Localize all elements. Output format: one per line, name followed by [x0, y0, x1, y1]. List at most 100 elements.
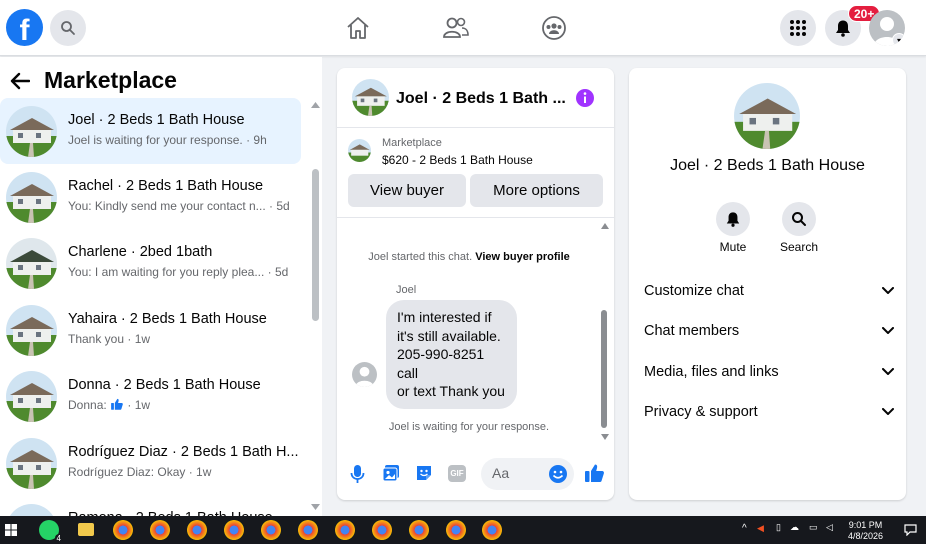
cloud-icon[interactable]: ☁	[790, 522, 799, 533]
chrome-taskbar-icon[interactable]	[224, 520, 244, 540]
message-bubble[interactable]: I'm interested if it's still available. …	[386, 300, 517, 409]
top-navigation-bar: f 20+ ▾	[0, 0, 926, 56]
search-in-chat-button[interactable]	[782, 202, 816, 236]
message-line: 205-990-8251 call	[397, 346, 485, 381]
conversation-thumbnail	[6, 504, 57, 516]
facebook-logo[interactable]: f	[6, 9, 43, 46]
tray-app-icon[interactable]: ◀	[757, 523, 764, 534]
conversation-item[interactable]: Yahaira · 2 Beds 1 Bath House Thank you ·…	[0, 297, 301, 363]
battery-icon[interactable]: ▯	[776, 522, 781, 533]
groups-icon	[542, 16, 566, 40]
conversation-item[interactable]: Donna · 2 Beds 1 Bath House Donna: · 1w	[0, 363, 301, 429]
windows-start-icon[interactable]	[5, 524, 17, 536]
details-section-label: Customize chat	[644, 283, 744, 299]
photo-icon[interactable]	[382, 464, 400, 482]
message-line: or text Thank you	[397, 383, 505, 399]
details-section-row[interactable]: Chat members	[644, 316, 894, 346]
conversation-item[interactable]: Rachel · 2 Beds 1 Bath House You: Kindly …	[0, 164, 301, 230]
details-section-row[interactable]: Media, files and links	[644, 357, 894, 387]
like-icon	[111, 398, 123, 410]
info-icon[interactable]	[575, 88, 595, 108]
account-avatar[interactable]: ▾	[869, 10, 905, 46]
chrome-taskbar-icon[interactable]	[298, 520, 318, 540]
listing-photo[interactable]	[734, 83, 800, 149]
view-buyer-profile-link[interactable]: View buyer profile	[475, 251, 570, 263]
file-explorer-taskbar-icon[interactable]	[78, 523, 94, 536]
chat-scroll-up-icon[interactable]	[601, 223, 609, 229]
whatsapp-taskbar-icon[interactable]: 4	[39, 520, 63, 543]
details-section-row[interactable]: Privacy & support	[644, 397, 894, 427]
listing-source-label: Marketplace	[382, 137, 442, 149]
groups-tab[interactable]	[540, 14, 568, 42]
chevron-down-icon	[882, 287, 894, 294]
view-buyer-button[interactable]: View buyer	[348, 174, 466, 207]
details-section-label: Privacy & support	[644, 404, 758, 420]
menu-grid-icon	[790, 20, 806, 36]
conversation-name: Yahaira · 2 Beds 1 Bath House	[68, 311, 267, 327]
listing-price-title[interactable]: $620 - 2 Beds 1 Bath House	[382, 153, 533, 167]
conversation-name: Donna · 2 Beds 1 Bath House	[68, 377, 261, 393]
conversation-item[interactable]: Rodríguez Diaz · 2 Beds 1 Bath H... Rodrí…	[0, 430, 301, 496]
chrome-taskbar-icon[interactable]	[446, 520, 466, 540]
chrome-taskbar-icon[interactable]	[409, 520, 429, 540]
emoji-icon[interactable]	[548, 464, 568, 484]
chrome-taskbar-icon[interactable]	[372, 520, 392, 540]
chrome-taskbar-icon[interactable]	[482, 520, 502, 540]
chat-scroll-down-icon[interactable]	[601, 434, 609, 440]
details-section-label: Chat members	[644, 323, 740, 339]
details-title: Joel · 2 Beds 1 Bath House	[670, 157, 865, 174]
like-icon[interactable]	[584, 463, 605, 484]
chat-details-panel: Joel · 2 Beds 1 Bath House Mute Search C…	[629, 68, 906, 500]
conversation-snippet: Joel is waiting for your response. · 9h	[68, 133, 267, 147]
friends-icon	[443, 17, 469, 38]
tray-chevron-up-icon[interactable]: ^	[742, 523, 747, 534]
chrome-taskbar-icon[interactable]	[187, 520, 207, 540]
volume-icon[interactable]: ◁	[826, 522, 833, 533]
conversation-thumbnail	[6, 371, 57, 422]
chevron-down-icon: ▾	[892, 33, 905, 46]
chat-scrollbar[interactable]	[601, 310, 607, 428]
home-tab[interactable]	[344, 14, 372, 42]
sender-avatar[interactable]	[352, 362, 377, 387]
conversation-item[interactable]: Charlene · 2bed 1bath You: I am waiting f…	[0, 230, 301, 296]
gif-icon[interactable]: GIF	[448, 465, 466, 482]
mute-button[interactable]	[716, 202, 750, 236]
search-button[interactable]	[50, 10, 86, 46]
scroll-down-arrow-icon[interactable]	[311, 504, 320, 510]
bell-icon	[726, 212, 740, 227]
mute-label: Mute	[719, 240, 747, 254]
search-label: Search	[779, 240, 819, 254]
chrome-taskbar-icon[interactable]	[335, 520, 355, 540]
waiting-notice: Joel is waiting for your response.	[388, 421, 550, 433]
chrome-taskbar-icon[interactable]	[113, 520, 133, 540]
sticker-icon[interactable]	[415, 464, 433, 482]
chat-title[interactable]: Joel · 2 Beds 1 Bath ...	[396, 90, 566, 108]
chrome-taskbar-icon[interactable]	[150, 520, 170, 540]
listing-card: Marketplace $620 - 2 Beds 1 Bath House V…	[337, 128, 614, 218]
message-line: it's still available.	[397, 327, 501, 344]
details-section-row[interactable]: Customize chat	[644, 276, 894, 306]
home-icon	[347, 17, 369, 39]
snippet-suffix: · 1w	[127, 398, 151, 412]
conversation-scrollbar[interactable]	[312, 169, 319, 321]
listing-thumbnail[interactable]	[348, 139, 371, 162]
chrome-taskbar-icon[interactable]	[261, 520, 281, 540]
chat-panel: Joel · 2 Beds 1 Bath ... Marketplace $62…	[337, 68, 614, 500]
chevron-down-icon	[882, 368, 894, 375]
chat-listing-thumbnail[interactable]	[352, 79, 389, 116]
conversation-item[interactable]: Joel · 2 Beds 1 Bath House Joel is waitin…	[0, 98, 301, 164]
scroll-up-arrow-icon[interactable]	[311, 102, 320, 108]
network-icon[interactable]: ▭	[809, 522, 818, 533]
menu-button[interactable]	[780, 10, 816, 46]
microphone-icon[interactable]	[350, 464, 365, 484]
message-input[interactable]: Aa	[481, 458, 574, 490]
chat-started-notice: Joel started this chat. View buyer profi…	[337, 251, 601, 263]
notification-center-icon[interactable]	[904, 524, 917, 536]
conversation-item[interactable]: Ramona · 2 Beds 1 Bath House	[0, 496, 301, 516]
friends-tab[interactable]	[442, 14, 470, 42]
back-arrow-icon[interactable]	[10, 72, 30, 90]
system-clock[interactable]: 9:01 PM 4/8/2026	[848, 520, 883, 542]
conversation-snippet: You: I am waiting for you reply plea... …	[68, 265, 289, 279]
conversation-thumbnail	[6, 106, 57, 157]
more-options-button[interactable]: More options	[470, 174, 603, 207]
